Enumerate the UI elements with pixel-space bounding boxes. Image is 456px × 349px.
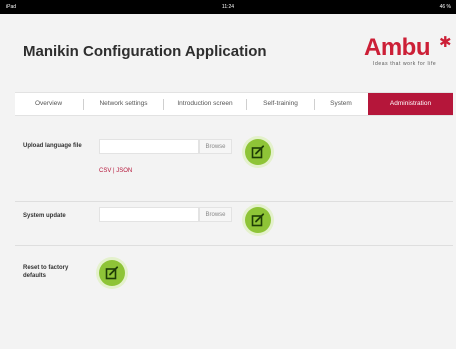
- edit-icon: [251, 145, 265, 159]
- asterisk-icon: ✱: [439, 34, 452, 51]
- upload-language-label: Upload language file: [23, 143, 82, 149]
- language-upload-button[interactable]: [245, 139, 271, 165]
- battery-indicator: 46 %: [439, 4, 451, 10]
- tab-overview[interactable]: Overview: [15, 93, 82, 115]
- system-update-button[interactable]: [245, 207, 271, 233]
- section-divider: [15, 245, 453, 246]
- page-title: Manikin Configuration Application: [23, 43, 267, 60]
- language-file-input[interactable]: [99, 139, 199, 154]
- factory-reset-label: Reset to factory defaults: [23, 265, 69, 279]
- status-time: 11:24: [221, 4, 235, 10]
- system-update-file-input[interactable]: [99, 207, 199, 222]
- logo-wordmark: Ambu: [364, 34, 431, 61]
- language-browse-button[interactable]: Browse: [199, 139, 232, 154]
- logo-tagline: Ideas that work for life: [373, 61, 437, 67]
- section-divider: [15, 201, 453, 202]
- status-bar: iPad 11:24 46 %: [0, 0, 456, 14]
- tab-network-settings[interactable]: Network settings: [85, 93, 162, 115]
- brand-logo: Ambu ✱ Ideas that work for life: [364, 34, 452, 76]
- app-window: Manikin Configuration Application Ambu ✱…: [0, 14, 456, 349]
- tab-administration[interactable]: Administration: [368, 93, 453, 115]
- edit-icon: [105, 266, 119, 280]
- system-update-browse-button[interactable]: Browse: [199, 207, 232, 222]
- language-format-hint: CSV | JSON: [99, 168, 133, 174]
- tab-self-training[interactable]: Self-training: [248, 93, 313, 115]
- tab-bar: Overview Network settings Introduction s…: [15, 92, 453, 116]
- tab-divider: [163, 99, 164, 110]
- edit-icon: [251, 213, 265, 227]
- tab-divider: [83, 99, 84, 110]
- factory-reset-button[interactable]: [99, 260, 125, 286]
- tab-divider: [246, 99, 247, 110]
- tab-introduction-screen[interactable]: Introduction screen: [165, 93, 245, 115]
- tab-system[interactable]: System: [315, 93, 367, 115]
- system-update-label: System update: [23, 213, 66, 219]
